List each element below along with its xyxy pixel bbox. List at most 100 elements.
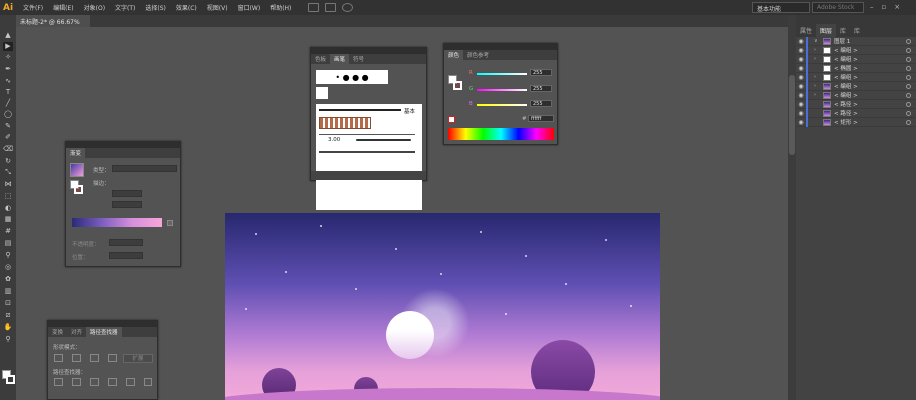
ellipse-tool-icon[interactable]: ◯	[3, 110, 13, 119]
target-icon[interactable]	[906, 83, 911, 89]
menu-view[interactable]: 视图(V)	[202, 3, 233, 12]
target-icon[interactable]	[906, 101, 911, 107]
minus-front-icon[interactable]	[72, 354, 81, 362]
eye-icon[interactable]: ◉	[796, 119, 806, 126]
expand-arrow-icon[interactable]: ∨	[814, 38, 820, 44]
gradient-tool-icon[interactable]: ▤	[3, 239, 13, 248]
tab-layers[interactable]: 图层	[816, 24, 837, 37]
eye-icon[interactable]: ◉	[796, 110, 806, 117]
window-controls[interactable]: –▫×	[870, 3, 914, 12]
layer-row[interactable]: ◉ ∨ 图层 1	[796, 36, 916, 46]
tab-transform[interactable]: 变换	[48, 327, 67, 337]
gradient-stroke-swatch[interactable]	[74, 185, 83, 194]
tab-gradient[interactable]: 渐变	[66, 148, 86, 158]
eye-icon[interactable]: ◉	[796, 47, 806, 54]
perspective-grid-icon[interactable]: ▦	[3, 215, 13, 224]
vertical-scrollbar[interactable]	[788, 15, 796, 400]
target-icon[interactable]	[906, 47, 911, 53]
target-icon[interactable]	[906, 56, 911, 62]
target-icon[interactable]	[906, 65, 911, 71]
bridge-icon[interactable]	[308, 3, 320, 12]
selection-tool-icon[interactable]: ▲	[3, 31, 13, 40]
menu-file[interactable]: 文件(F)	[18, 3, 48, 12]
type-tool-icon[interactable]: T	[3, 88, 13, 97]
tab-libraries-2[interactable]: 库	[850, 24, 864, 37]
outline-icon[interactable]	[126, 378, 135, 386]
target-icon[interactable]	[906, 38, 911, 44]
pattern-brush[interactable]	[319, 117, 371, 129]
expand-arrow-icon[interactable]: ›	[814, 83, 820, 89]
menu-select[interactable]: 选择(S)	[140, 3, 171, 12]
document-tab[interactable]: 未标题-2* @ 66.67% (RGB/预览) ×	[16, 15, 90, 35]
hex-value[interactable]: ffffff	[528, 115, 554, 122]
paintbrush-tool-icon[interactable]: ✎	[3, 122, 13, 131]
exclude-icon[interactable]	[108, 354, 117, 362]
brush-tip-row[interactable]: • ● ● ●	[316, 70, 388, 84]
expand-arrow-icon[interactable]: ›	[814, 47, 820, 53]
hand-tool-icon[interactable]: ✋	[3, 323, 13, 332]
mesh-tool-icon[interactable]: #	[3, 227, 13, 236]
eye-icon[interactable]: ◉	[796, 65, 806, 72]
menu-window[interactable]: 窗口(W)	[233, 3, 266, 12]
menu-edit[interactable]: 编辑(E)	[48, 3, 78, 12]
expand-button[interactable]: 扩展	[123, 354, 153, 363]
eye-icon[interactable]: ◉	[796, 101, 806, 108]
gradient-type-select[interactable]	[112, 165, 177, 172]
slice-tool-icon[interactable]: ⧄	[3, 311, 13, 320]
tab-brushes[interactable]: 画笔	[330, 54, 350, 64]
tab-libraries[interactable]: 库	[836, 24, 850, 37]
free-transform-tool-icon[interactable]: ⬚	[3, 192, 13, 201]
artboard-tool-icon[interactable]: ⊡	[3, 299, 13, 308]
zoom-tool-icon[interactable]: ⚲	[3, 335, 13, 344]
expand-arrow-icon[interactable]: ›	[814, 92, 820, 98]
curvature-tool-icon[interactable]: ∿	[3, 77, 13, 86]
minus-back-icon[interactable]	[144, 378, 152, 386]
color-spectrum[interactable]	[448, 128, 554, 140]
blend-tool-icon[interactable]: ◎	[3, 263, 13, 272]
menu-effect[interactable]: 效果(C)	[171, 3, 202, 12]
layer-row[interactable]: ◉ < 路径 >	[796, 108, 916, 118]
eraser-tool-icon[interactable]: ⌫	[3, 145, 13, 154]
merge-icon[interactable]	[90, 378, 99, 386]
stroke-swatch[interactable]	[6, 375, 15, 384]
magic-wand-icon[interactable]: ✧	[3, 53, 13, 62]
expand-arrow-icon[interactable]: ›	[814, 56, 820, 62]
unite-icon[interactable]	[54, 354, 63, 362]
divide-icon[interactable]	[54, 378, 63, 386]
gradient-angle-field[interactable]	[112, 190, 142, 197]
tab-properties[interactable]: 属性	[796, 24, 816, 37]
channel-b-slider[interactable]	[477, 104, 527, 106]
brush-tip-selected[interactable]	[316, 87, 328, 99]
layer-row[interactable]: ◉ < 椭圆 >	[796, 63, 916, 73]
channel-g-value[interactable]: 255	[530, 85, 552, 92]
target-icon[interactable]	[906, 110, 911, 116]
line-tool-icon[interactable]: ╱	[3, 99, 13, 108]
workspace-switcher[interactable]: 基本功能	[752, 2, 810, 13]
delete-stop-icon[interactable]	[167, 220, 173, 226]
direct-selection-tool-icon[interactable]: ▶	[3, 42, 13, 51]
intersect-icon[interactable]	[90, 354, 99, 362]
channel-g-slider[interactable]	[477, 89, 527, 91]
gpu-icon[interactable]	[342, 3, 354, 12]
channel-r-value[interactable]: 255	[530, 69, 552, 76]
none-color-icon[interactable]	[448, 116, 455, 123]
layer-row[interactable]: ◉ › < 编组 >	[796, 45, 916, 55]
gradient-opacity-field[interactable]	[109, 239, 143, 246]
tab-color-guide[interactable]: 颜色参考	[463, 50, 493, 60]
layer-row[interactable]: ◉ › < 编组 >	[796, 54, 916, 64]
eye-icon[interactable]: ◉	[796, 56, 806, 63]
width-tool-icon[interactable]: ⋈	[3, 180, 13, 189]
channel-r-slider[interactable]	[477, 73, 527, 75]
rotate-tool-icon[interactable]: ↻	[3, 157, 13, 166]
scrollbar-thumb[interactable]	[789, 75, 795, 155]
tab-swatches[interactable]: 色板	[311, 54, 330, 64]
scale-tool-icon[interactable]: ⤡	[3, 168, 13, 177]
layer-row[interactable]: ◉ < 矩形 >	[796, 117, 916, 127]
eye-icon[interactable]: ◉	[796, 74, 806, 81]
menu-help[interactable]: 帮助(H)	[265, 3, 296, 12]
target-icon[interactable]	[906, 119, 911, 125]
artboard[interactable]	[225, 213, 660, 400]
gradient-aspect-field[interactable]	[112, 201, 142, 208]
brush-list[interactable]: 基本 3.00	[316, 104, 422, 210]
shaper-tool-icon[interactable]: ✐	[3, 133, 13, 142]
